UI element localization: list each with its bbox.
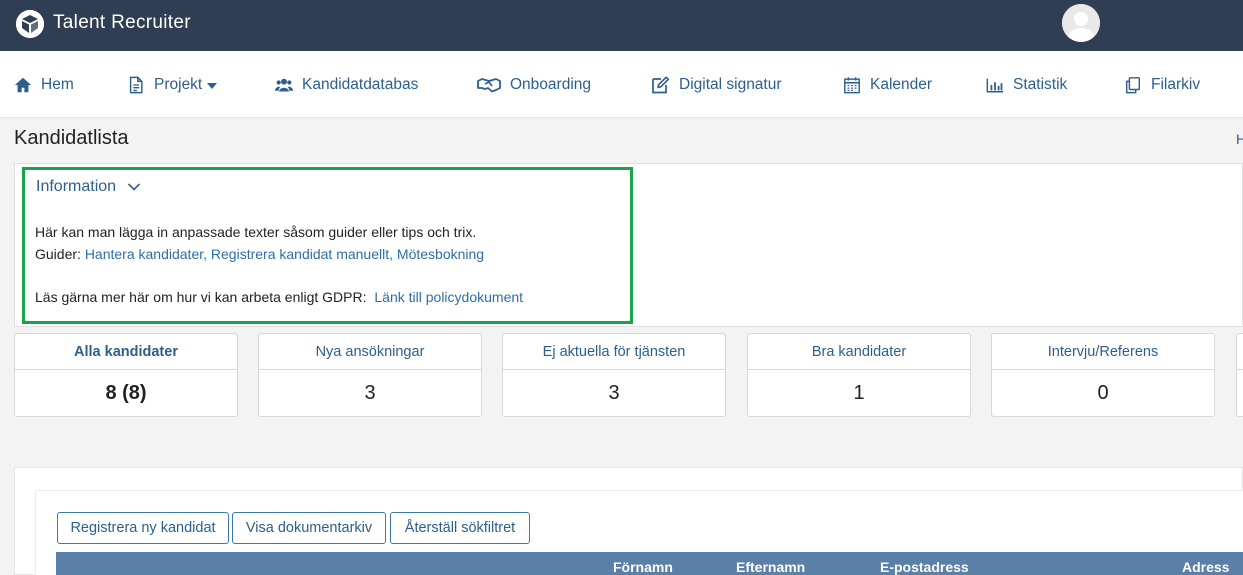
information-text: Här kan man lägga in anpassade texter så…	[35, 224, 477, 240]
show-document-archive-button[interactable]: Visa dokumentarkiv	[232, 512, 386, 544]
gdpr-text: Läs gärna mer här om hur vi kan arbeta e…	[35, 289, 367, 305]
stat-label: Alla kandidater	[15, 334, 237, 370]
guides-label: Guider:	[35, 246, 81, 262]
page-title: Kandidatlista	[14, 127, 129, 149]
column-header-adress[interactable]: Adress	[1182, 559, 1229, 575]
guide-link-motesbokning[interactable]: Mötesbokning	[397, 246, 484, 262]
nav-label: Filarkiv	[1151, 76, 1201, 93]
nav-item-kandidatdatabas[interactable]: Kandidatdatabas	[275, 75, 418, 95]
users-icon	[275, 78, 293, 92]
app-title: Talent Recruiter	[53, 12, 191, 33]
stat-card-alla-kandidater[interactable]: Alla kandidater 8 (8)	[14, 333, 238, 417]
guide-link-hantera-kandidater[interactable]: Hantera kandidater,	[85, 246, 207, 262]
nav-item-kalender[interactable]: Kalender	[843, 75, 932, 95]
stat-value: 3	[364, 382, 376, 404]
gdpr-policy-link[interactable]: Länk till policydokument	[374, 289, 523, 305]
stat-value: 8 (8)	[105, 382, 147, 404]
column-header-fornamn[interactable]: Förnamn	[613, 559, 673, 575]
nav-item-projekt[interactable]: Projekt	[127, 75, 218, 95]
nav-item-hem[interactable]: Hem	[14, 75, 74, 95]
nav-label: Kandidatdatabas	[302, 76, 419, 93]
nav-item-statistik[interactable]: Statistik	[986, 75, 1067, 95]
home-icon	[14, 77, 32, 93]
stat-label: Intervju/Referens	[992, 334, 1214, 370]
chevron-down-icon	[127, 183, 141, 191]
nav-label: Statistik	[1013, 76, 1068, 93]
information-toggle[interactable]: Information	[36, 178, 141, 196]
stat-label: Bra kandidater	[748, 334, 970, 370]
column-header-efternamn[interactable]: Efternamn	[736, 559, 805, 575]
nav-label: Onboarding	[510, 76, 592, 93]
reset-search-filter-button[interactable]: Återställ sökfiltret	[390, 512, 530, 544]
gdpr-line: Läs gärna mer här om hur vi kan arbeta e…	[35, 289, 523, 305]
stat-label: Nya ansökningar	[259, 334, 481, 370]
guide-link-registrera-kandidat[interactable]: Registrera kandidat manuellt,	[211, 246, 393, 262]
stat-label-partial	[1237, 334, 1243, 370]
stat-card-ej-aktuella[interactable]: Ej aktuella för tjänsten 3	[502, 333, 726, 417]
handshake-icon	[477, 78, 501, 93]
document-icon	[129, 76, 143, 94]
nav-label: Kalender	[870, 76, 933, 93]
information-title: Information	[36, 178, 117, 195]
column-header-epostadress[interactable]: E-postadress	[880, 559, 969, 575]
chevron-down-icon	[207, 83, 218, 89]
nav-label: Digital signatur	[679, 76, 782, 93]
nav-label: Hem	[41, 76, 74, 93]
copy-icon	[1125, 77, 1141, 94]
guides-line: Guider: Hantera kandidater, Registrera k…	[35, 246, 484, 262]
nav-item-onboarding[interactable]: Onboarding	[477, 75, 591, 95]
stat-card-partial[interactable]	[1236, 333, 1243, 417]
nav-item-digital-signatur[interactable]: Digital signatur	[650, 75, 782, 95]
stat-card-nya-ansokningar[interactable]: Nya ansökningar 3	[258, 333, 482, 417]
stat-value: 3	[608, 382, 620, 404]
main-navigation: Hem Projekt Kandidatdatabas Onboarding D…	[0, 51, 1243, 118]
calendar-icon	[844, 77, 860, 94]
nav-item-filarkiv[interactable]: Filarkiv	[1124, 75, 1200, 95]
app-logo-icon[interactable]	[16, 10, 44, 38]
user-avatar[interactable]	[1062, 4, 1100, 42]
stat-label: Ej aktuella för tjänsten	[503, 334, 725, 370]
stat-value: 0	[1097, 382, 1109, 404]
top-bar: Talent Recruiter	[0, 0, 1243, 51]
bar-chart-icon	[986, 78, 1004, 93]
stat-card-intervju-referens[interactable]: Intervju/Referens 0	[991, 333, 1215, 417]
stat-value: 1	[853, 382, 865, 404]
breadcrumb[interactable]: H	[1236, 131, 1243, 147]
candidate-table-header: Förnamn Efternamn E-postadress Adress	[56, 552, 1243, 575]
stat-card-bra-kandidater[interactable]: Bra kandidater 1	[747, 333, 971, 417]
edit-icon	[652, 76, 670, 94]
register-candidate-button[interactable]: Registrera ny kandidat	[57, 512, 229, 544]
nav-label: Projekt	[154, 76, 203, 93]
